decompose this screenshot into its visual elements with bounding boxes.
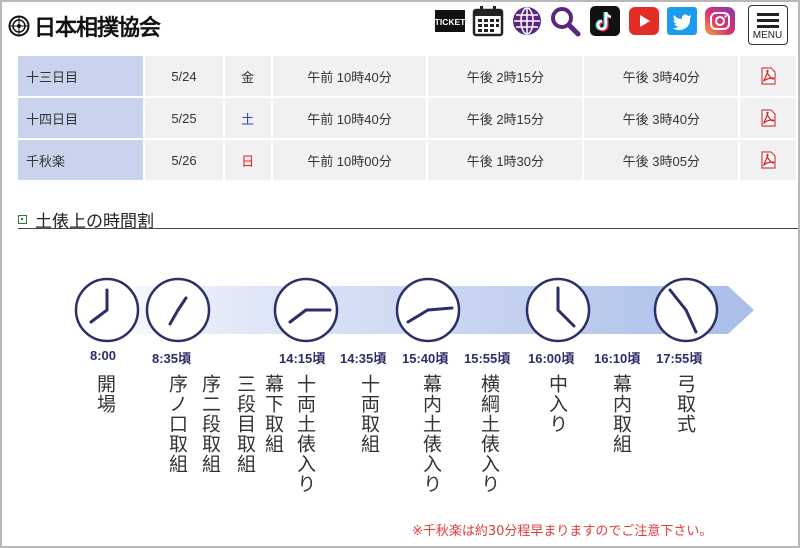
pdf-icon[interactable] bbox=[759, 67, 777, 85]
weekday-cell: 金 bbox=[223, 56, 273, 98]
menu-bar bbox=[757, 25, 779, 28]
event-label: 幕内土俵入り bbox=[420, 374, 442, 494]
event-label: 序ノ口取組 bbox=[166, 374, 188, 474]
date-cell: 5/26 bbox=[144, 139, 225, 182]
pdf-cell bbox=[739, 97, 798, 140]
pdf-icon[interactable] bbox=[759, 151, 777, 169]
time-label: 16:10頃 bbox=[594, 351, 641, 366]
time-cell: 午後 3時40分 bbox=[583, 97, 741, 140]
site-header: 日本相撲協会 TICKET MENU bbox=[2, 2, 798, 52]
event-label: 開場 bbox=[94, 374, 116, 414]
calendar-icon[interactable] bbox=[472, 5, 504, 37]
svg-text:TICKET: TICKET bbox=[435, 17, 466, 27]
time-cell: 午後 2時15分 bbox=[427, 56, 585, 98]
tiktok-icon[interactable] bbox=[589, 5, 621, 37]
time-label: 14:15頃 bbox=[279, 351, 326, 366]
menu-bar bbox=[757, 13, 779, 16]
pdf-cell bbox=[739, 139, 798, 182]
day-cell: 十四日目 bbox=[18, 97, 146, 140]
search-icon[interactable] bbox=[549, 5, 581, 37]
time-label: 8:35頃 bbox=[152, 351, 192, 366]
table-row: 十四日目 5/25 土午前 10時40分 午後 2時15分 午後 3時40分 bbox=[18, 97, 798, 140]
globe-icon[interactable] bbox=[511, 5, 543, 37]
date-cell: 5/24 bbox=[144, 56, 225, 98]
weekday-cell: 日 bbox=[223, 139, 273, 182]
ticket-icon[interactable]: TICKET bbox=[434, 5, 466, 37]
event-label: 幕内取組 bbox=[610, 374, 632, 454]
time-label: 15:40頃 bbox=[402, 351, 449, 366]
clock-icon bbox=[395, 277, 461, 343]
youtube-icon[interactable] bbox=[628, 5, 660, 37]
menu-button[interactable]: MENU bbox=[748, 5, 788, 45]
clock-icon bbox=[145, 277, 211, 343]
section-divider bbox=[18, 228, 798, 229]
schedule-table: 十三日目 5/24 金午前 10時40分 午後 2時15分 午後 3時40分 十四日目 5/… bbox=[18, 56, 798, 182]
menu-bar bbox=[757, 19, 779, 22]
event-label: 弓取式 bbox=[674, 374, 696, 434]
time-cell: 午後 3時40分 bbox=[583, 56, 741, 98]
pdf-cell bbox=[739, 56, 798, 98]
site-logo[interactable]: 日本相撲協会 bbox=[8, 10, 161, 42]
time-label: 17:55頃 bbox=[656, 351, 703, 366]
time-cell: 午前 10時40分 bbox=[271, 97, 429, 140]
event-label: 三段目取組 bbox=[234, 374, 256, 474]
clock-icon bbox=[273, 277, 339, 343]
weekday-cell: 土 bbox=[223, 97, 273, 140]
senshuraku-note: ※千秋楽は約30分程早まりますのでご注意下さい。 bbox=[412, 524, 713, 539]
clock-icon bbox=[525, 277, 591, 343]
table-row: 十三日目 5/24 金午前 10時40分 午後 2時15分 午後 3時40分 bbox=[18, 56, 798, 98]
clock-icon bbox=[74, 277, 140, 343]
day-cell: 千秋楽 bbox=[18, 139, 146, 182]
logo-text: 日本相撲協会 bbox=[34, 15, 161, 41]
twitter-icon[interactable] bbox=[666, 5, 698, 37]
clock-icon bbox=[653, 277, 719, 343]
date-cell: 5/25 bbox=[144, 97, 225, 140]
time-cell: 午前 10時00分 bbox=[271, 139, 429, 182]
pdf-icon[interactable] bbox=[759, 109, 777, 127]
time-cell: 午後 3時05分 bbox=[583, 139, 741, 182]
time-cell: 午後 2時15分 bbox=[427, 97, 585, 140]
menu-label: MENU bbox=[752, 30, 783, 41]
day-cell: 十三日目 bbox=[18, 56, 146, 98]
event-label: 序二段取組 bbox=[199, 374, 221, 474]
time-label: 16:00頃 bbox=[528, 351, 575, 366]
instagram-icon[interactable] bbox=[704, 5, 736, 37]
event-label: 横綱土俵入り bbox=[478, 374, 500, 494]
event-label: 十両取組 bbox=[358, 374, 380, 454]
time-cell: 午後 1時30分 bbox=[427, 139, 585, 182]
time-label: 8:00 bbox=[90, 348, 117, 363]
emblem-icon bbox=[8, 15, 30, 37]
square-bullet-icon bbox=[18, 215, 27, 224]
time-cell: 午前 10時40分 bbox=[271, 56, 429, 98]
event-label: 幕下取組 bbox=[262, 374, 284, 454]
event-label: 十両土俵入り bbox=[294, 374, 316, 494]
time-label: 15:55頃 bbox=[464, 351, 511, 366]
event-label: 中入り bbox=[546, 374, 568, 434]
time-label: 14:35頃 bbox=[340, 351, 387, 366]
table-row: 千秋楽 5/26 日午前 10時00分 午後 1時30分 午後 3時05分 bbox=[18, 139, 798, 182]
page-frame: 日本相撲協会 TICKET MENU 十三日目 5/24 金 午前 10時40分… bbox=[0, 0, 800, 548]
